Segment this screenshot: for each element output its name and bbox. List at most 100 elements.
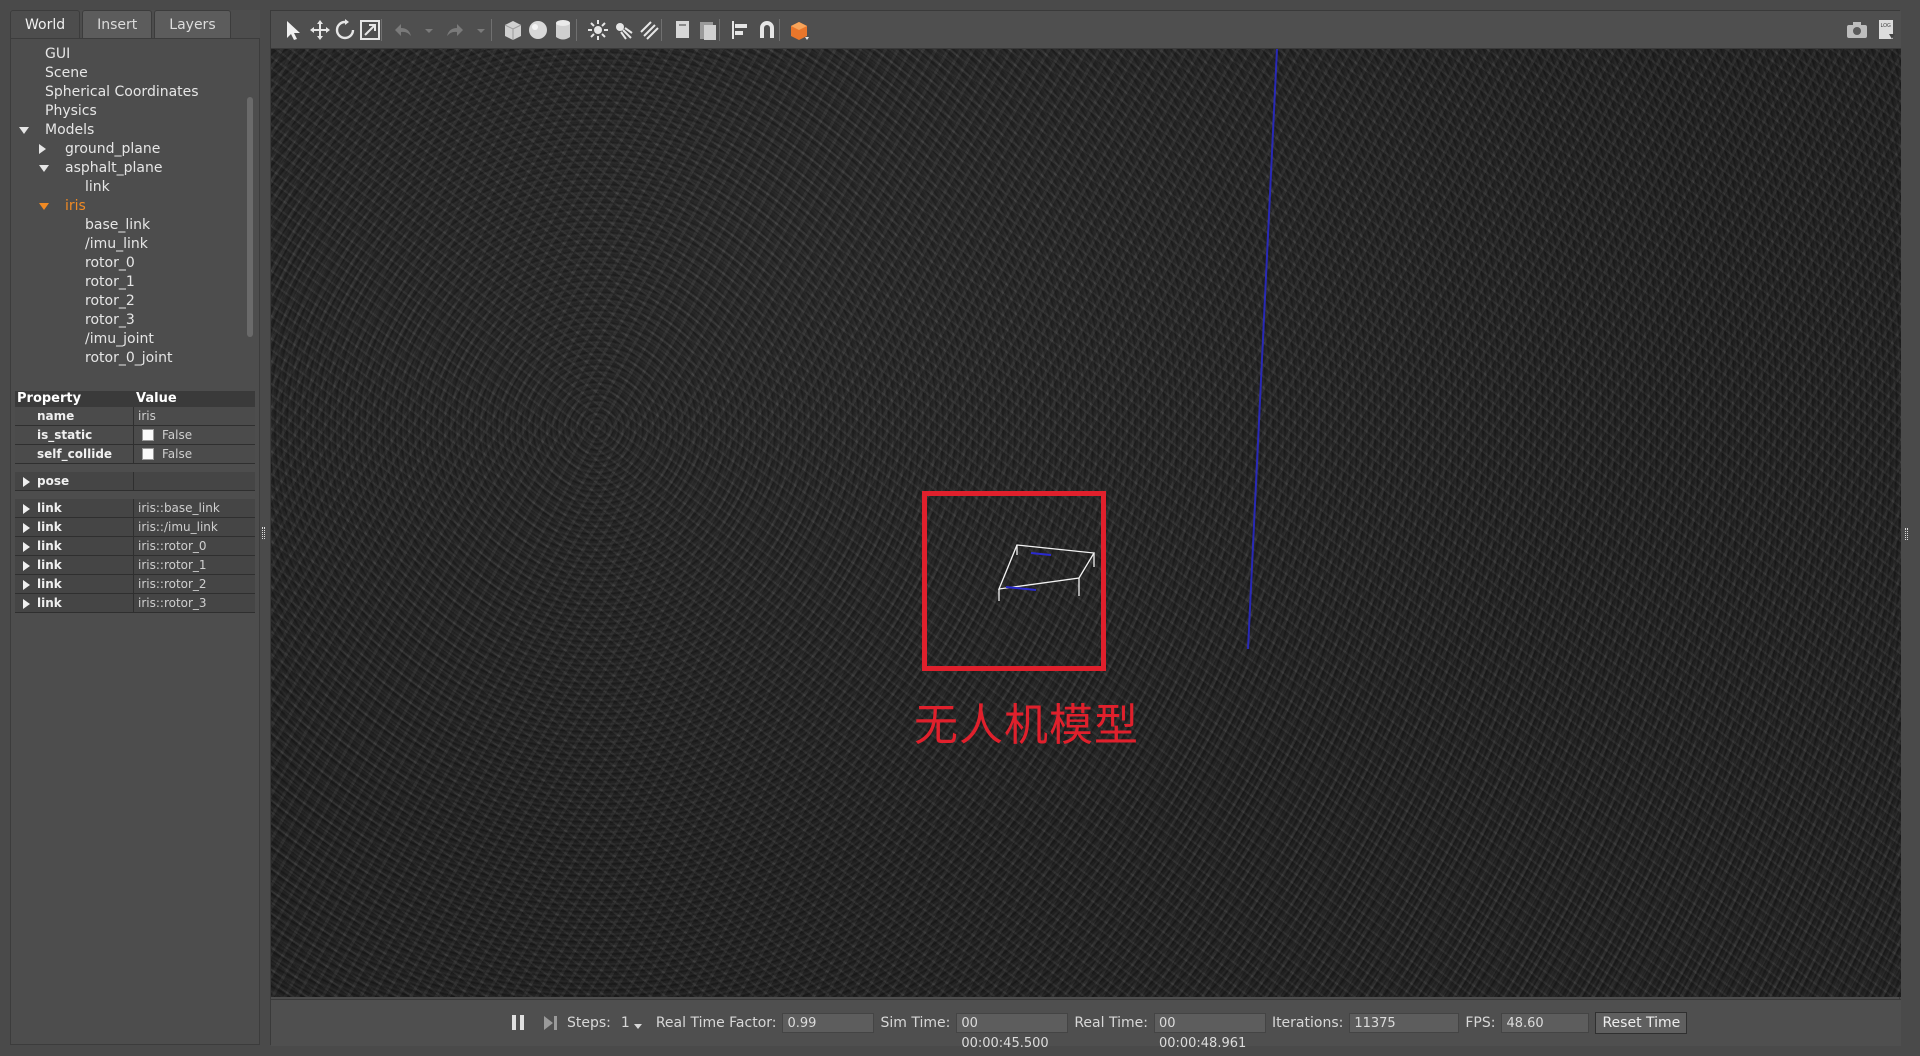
pause-button[interactable]: [511, 1014, 527, 1032]
translate-mode-icon[interactable]: [308, 18, 332, 42]
scale-mode-icon[interactable]: [358, 18, 382, 42]
expanded-arrow-icon[interactable]: [39, 203, 49, 210]
tree-item[interactable]: rotor_0_joint: [15, 349, 255, 368]
collapsed-arrow-icon[interactable]: [23, 561, 30, 571]
drone-model-annotation: 无人机模型: [914, 700, 1139, 751]
checkbox[interactable]: [142, 428, 154, 441]
tree-item[interactable]: link: [15, 178, 255, 197]
paste-icon[interactable]: [696, 18, 720, 42]
tree-item-label: Spherical Coordinates: [45, 84, 199, 100]
toolbar-separator: [779, 19, 780, 41]
tree-item-label: Scene: [45, 65, 88, 81]
tree-item[interactable]: rotor_2: [15, 292, 255, 311]
svg-text:LOG: LOG: [1881, 23, 1892, 29]
property-group-row[interactable]: link iris::base_link: [15, 499, 255, 518]
steps-dropdown-icon[interactable]: [633, 1023, 642, 1029]
directional-light-icon[interactable]: [637, 18, 661, 42]
toolbar-separator: [661, 19, 662, 41]
rotate-mode-icon[interactable]: [333, 18, 357, 42]
tree-item[interactable]: Spherical Coordinates: [15, 83, 255, 102]
steps-value[interactable]: 1: [621, 1015, 630, 1031]
snap-icon[interactable]: [755, 18, 779, 42]
tree-item[interactable]: base_link: [15, 216, 255, 235]
tree-item[interactable]: ground_plane: [15, 140, 255, 159]
collapsed-arrow-icon[interactable]: [39, 144, 46, 154]
collapsed-arrow-icon[interactable]: [23, 504, 30, 514]
property-name: pose: [15, 472, 134, 490]
property-name-text: self_collide: [37, 447, 113, 461]
tree-item[interactable]: /imu_link: [15, 235, 255, 254]
property-value-text: iris::/imu_link: [138, 520, 218, 534]
world-tree[interactable]: GUI Scene Spherical Coordinates Physics Mode…: [15, 45, 255, 383]
steps-label: Steps:: [567, 1015, 611, 1031]
collapsed-arrow-icon[interactable]: [23, 523, 30, 533]
view-angle-icon[interactable]: [788, 18, 812, 42]
property-row[interactable]: name iris: [15, 407, 255, 426]
property-value[interactable]: False: [134, 445, 255, 463]
property-group-row[interactable]: link iris::rotor_1: [15, 556, 255, 575]
tree-item[interactable]: rotor_3: [15, 311, 255, 330]
tree-item[interactable]: /imu_joint: [15, 330, 255, 349]
redo-history-icon[interactable]: [469, 18, 485, 42]
property-group-row[interactable]: pose: [15, 472, 255, 491]
tree-item[interactable]: rotor_0: [15, 254, 255, 273]
screenshot-icon[interactable]: [1845, 18, 1869, 42]
property-group-row[interactable]: link iris::rotor_2: [15, 575, 255, 594]
property-name-text: link: [37, 520, 62, 534]
tab-insert[interactable]: Insert: [82, 10, 153, 38]
expanded-arrow-icon[interactable]: [39, 165, 49, 172]
box-shape-icon[interactable]: [501, 18, 525, 42]
spot-light-icon[interactable]: [611, 18, 635, 42]
tree-item-label: asphalt_plane: [65, 160, 163, 176]
panel-tabs: World Insert Layers: [10, 10, 233, 38]
tab-world[interactable]: World: [10, 10, 81, 38]
tab-layers[interactable]: Layers: [154, 10, 231, 38]
collapsed-arrow-icon[interactable]: [23, 580, 30, 590]
right-panel-resize-handle[interactable]: [1905, 528, 1908, 540]
property-name-text: pose: [37, 474, 70, 488]
left-panel: World Insert Layers GUI Scene Spherical Co…: [10, 10, 265, 1045]
collapsed-arrow-icon[interactable]: [23, 599, 30, 609]
step-button[interactable]: [543, 1014, 559, 1032]
property-group-row[interactable]: link iris::rotor_0: [15, 537, 255, 556]
tree-item-label: rotor_0: [85, 255, 135, 271]
sphere-shape-icon[interactable]: [526, 18, 550, 42]
iterations-label: Iterations:: [1271, 1015, 1344, 1031]
redo-icon[interactable]: [443, 18, 467, 42]
reset-time-button[interactable]: Reset Time: [1595, 1012, 1688, 1034]
tree-item-label: rotor_1: [85, 274, 135, 290]
checkbox[interactable]: [142, 447, 154, 460]
tree-item[interactable]: Scene: [15, 64, 255, 83]
tree-item[interactable]: Models: [15, 121, 255, 140]
tree-item[interactable]: iris: [15, 197, 255, 216]
expanded-arrow-icon[interactable]: [19, 127, 29, 134]
tree-item[interactable]: asphalt_plane: [15, 159, 255, 178]
property-value[interactable]: False: [134, 426, 255, 444]
log-icon[interactable]: LOG: [1875, 18, 1899, 42]
property-column-header: Property: [17, 391, 82, 406]
property-group-row[interactable]: link iris::rotor_3: [15, 594, 255, 613]
cylinder-shape-icon[interactable]: [551, 18, 575, 42]
3d-viewport[interactable]: 无人机模型: [271, 49, 1901, 997]
align-icon[interactable]: [729, 18, 753, 42]
collapsed-arrow-icon[interactable]: [23, 477, 30, 487]
select-mode-icon[interactable]: [281, 18, 305, 42]
property-row[interactable]: self_collide False: [15, 445, 255, 464]
tree-scrollbar[interactable]: [247, 97, 253, 337]
undo-history-icon[interactable]: [417, 18, 433, 42]
copy-icon[interactable]: [671, 18, 695, 42]
point-light-icon[interactable]: [586, 18, 610, 42]
property-group-row[interactable]: link iris::/imu_link: [15, 518, 255, 537]
real-time-value: 00 00:00:48.961: [1153, 1013, 1266, 1051]
property-name-text: link: [37, 539, 62, 553]
property-value: iris: [134, 407, 255, 425]
property-name: name: [15, 407, 134, 425]
property-row[interactable]: is_static False: [15, 426, 255, 445]
tree-item[interactable]: GUI: [15, 45, 255, 64]
collapsed-arrow-icon[interactable]: [23, 542, 30, 552]
tree-item[interactable]: rotor_1: [15, 273, 255, 292]
undo-icon[interactable]: [391, 18, 415, 42]
tree-item[interactable]: Physics: [15, 102, 255, 121]
left-panel-resize-handle[interactable]: [262, 527, 265, 539]
property-name: link: [15, 537, 134, 555]
